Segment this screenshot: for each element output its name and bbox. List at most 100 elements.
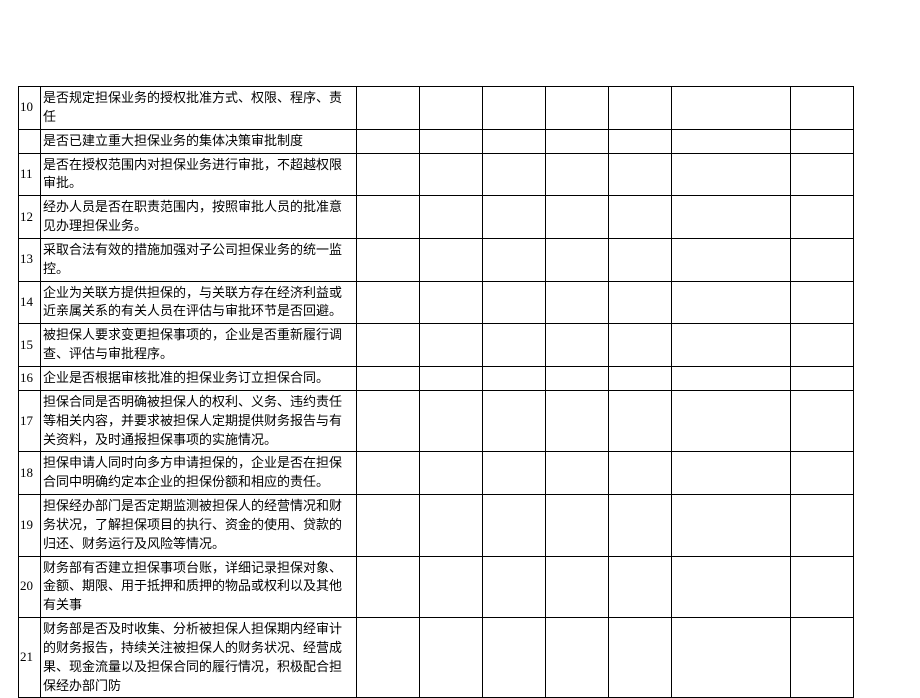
empty-cell [791, 196, 854, 239]
row-description: 被担保人要求变更担保事项的，企业是否重新履行调查、评估与审批程序。 [41, 324, 357, 367]
empty-cell [609, 390, 672, 452]
row-number: 20 [19, 556, 41, 618]
empty-cell [420, 129, 483, 153]
empty-cell [483, 618, 546, 698]
empty-cell [357, 129, 420, 153]
row-description: 经办人员是否在职责范围内，按照审批人员的批准意见办理担保业务。 [41, 196, 357, 239]
empty-cell [420, 238, 483, 281]
empty-cell [483, 87, 546, 130]
empty-cell [546, 495, 609, 557]
empty-cell [483, 238, 546, 281]
empty-cell [420, 196, 483, 239]
empty-cell [420, 87, 483, 130]
table-row: 18担保申请人同时向多方申请担保的，企业是否在担保合同中明确约定本企业的担保份额… [19, 452, 854, 495]
empty-cell [609, 129, 672, 153]
row-number: 19 [19, 495, 41, 557]
row-number: 11 [19, 153, 41, 196]
table-row: 是否已建立重大担保业务的集体决策审批制度 [19, 129, 854, 153]
empty-cell [609, 196, 672, 239]
empty-cell [357, 281, 420, 324]
table-row: 20财务部有否建立担保事项台账，详细记录担保对象、金额、期限、用于抵押和质押的物… [19, 556, 854, 618]
empty-cell [672, 238, 791, 281]
empty-cell [672, 87, 791, 130]
empty-cell [791, 87, 854, 130]
empty-cell [791, 556, 854, 618]
row-description: 企业是否根据审核批准的担保业务订立担保合同。 [41, 366, 357, 390]
empty-cell [672, 390, 791, 452]
empty-cell [609, 556, 672, 618]
table-row: 15被担保人要求变更担保事项的，企业是否重新履行调查、评估与审批程序。 [19, 324, 854, 367]
empty-cell [483, 366, 546, 390]
empty-cell [420, 153, 483, 196]
empty-cell [357, 238, 420, 281]
checklist-table: 10是否规定担保业务的授权批准方式、权限、程序、责任是否已建立重大担保业务的集体… [18, 86, 854, 698]
empty-cell [609, 324, 672, 367]
table-row: 21财务部是否及时收集、分析被担保人担保期内经审计的财务报告，持续关注被担保人的… [19, 618, 854, 698]
document-page: 10是否规定担保业务的授权批准方式、权限、程序、责任是否已建立重大担保业务的集体… [0, 0, 920, 651]
row-description: 担保经办部门是否定期监测被担保人的经营情况和财务状况，了解担保项目的执行、资金的… [41, 495, 357, 557]
empty-cell [609, 495, 672, 557]
empty-cell [483, 153, 546, 196]
empty-cell [791, 452, 854, 495]
empty-cell [672, 281, 791, 324]
row-description: 是否在授权范围内对担保业务进行审批，不超越权限审批。 [41, 153, 357, 196]
empty-cell [609, 153, 672, 196]
row-number: 18 [19, 452, 41, 495]
row-number: 12 [19, 196, 41, 239]
empty-cell [420, 556, 483, 618]
empty-cell [609, 452, 672, 495]
empty-cell [357, 87, 420, 130]
empty-cell [672, 366, 791, 390]
empty-cell [357, 324, 420, 367]
empty-cell [546, 129, 609, 153]
row-description: 是否规定担保业务的授权批准方式、权限、程序、责任 [41, 87, 357, 130]
empty-cell [546, 390, 609, 452]
empty-cell [483, 390, 546, 452]
row-number: 17 [19, 390, 41, 452]
table-row: 19担保经办部门是否定期监测被担保人的经营情况和财务状况，了解担保项目的执行、资… [19, 495, 854, 557]
table-row: 11是否在授权范围内对担保业务进行审批，不超越权限审批。 [19, 153, 854, 196]
empty-cell [483, 495, 546, 557]
row-description: 财务部是否及时收集、分析被担保人担保期内经审计的财务报告，持续关注被担保人的财务… [41, 618, 357, 698]
empty-cell [420, 390, 483, 452]
empty-cell [357, 390, 420, 452]
row-number: 14 [19, 281, 41, 324]
table-row: 12经办人员是否在职责范围内，按照审批人员的批准意见办理担保业务。 [19, 196, 854, 239]
row-description: 财务部有否建立担保事项台账，详细记录担保对象、金额、期限、用于抵押和质押的物品或… [41, 556, 357, 618]
empty-cell [483, 452, 546, 495]
empty-cell [546, 238, 609, 281]
table-row: 10是否规定担保业务的授权批准方式、权限、程序、责任 [19, 87, 854, 130]
empty-cell [420, 324, 483, 367]
empty-cell [357, 556, 420, 618]
empty-cell [791, 495, 854, 557]
empty-cell [357, 618, 420, 698]
empty-cell [791, 324, 854, 367]
empty-cell [791, 129, 854, 153]
empty-cell [791, 281, 854, 324]
empty-cell [357, 196, 420, 239]
row-description: 采取合法有效的措施加强对子公司担保业务的统一监控。 [41, 238, 357, 281]
empty-cell [672, 196, 791, 239]
empty-cell [546, 366, 609, 390]
empty-cell [609, 281, 672, 324]
empty-cell [791, 238, 854, 281]
empty-cell [420, 452, 483, 495]
empty-cell [609, 366, 672, 390]
empty-cell [483, 556, 546, 618]
table-row: 17担保合同是否明确被担保人的权利、义务、违约责任等相关内容，并要求被担保人定期… [19, 390, 854, 452]
row-number: 13 [19, 238, 41, 281]
table-row: 16企业是否根据审核批准的担保业务订立担保合同。 [19, 366, 854, 390]
row-number: 16 [19, 366, 41, 390]
empty-cell [357, 366, 420, 390]
empty-cell [546, 87, 609, 130]
empty-cell [791, 390, 854, 452]
empty-cell [420, 495, 483, 557]
empty-cell [672, 452, 791, 495]
empty-cell [357, 153, 420, 196]
empty-cell [672, 495, 791, 557]
empty-cell [546, 196, 609, 239]
empty-cell [609, 618, 672, 698]
table-row: 14企业为关联方提供担保的，与关联方存在经济利益或近亲属关系的有关人员在评估与审… [19, 281, 854, 324]
empty-cell [672, 556, 791, 618]
empty-cell [672, 618, 791, 698]
